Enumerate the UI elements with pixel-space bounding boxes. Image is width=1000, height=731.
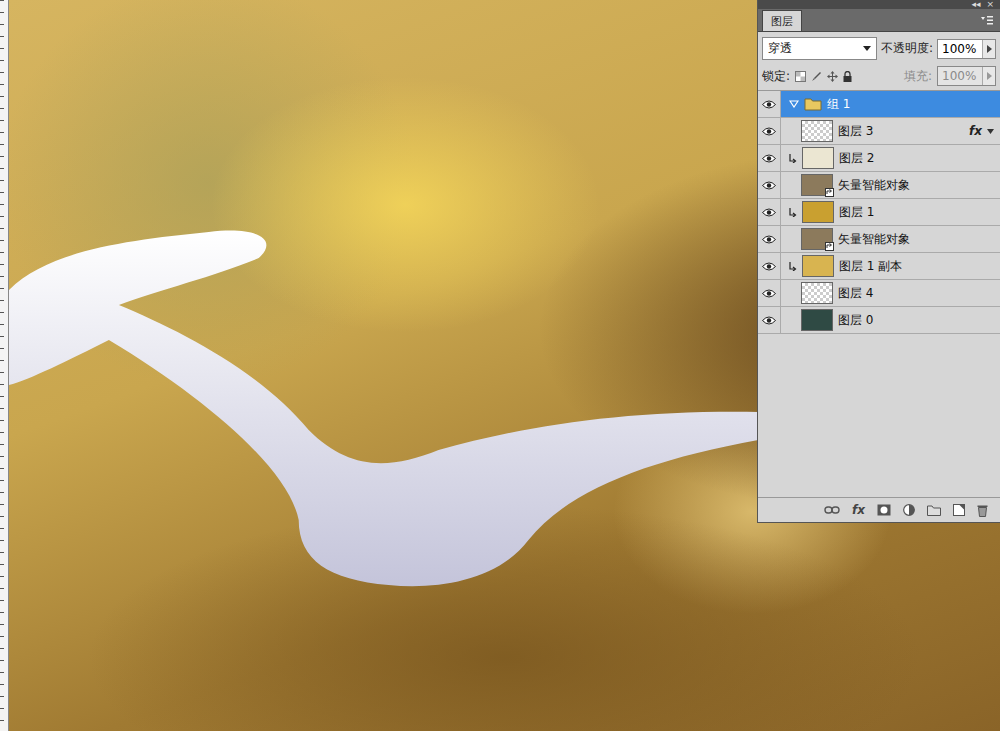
layer-thumbnail [801,120,833,142]
visibility-toggle[interactable] [758,91,781,117]
smart-object-icon [825,188,834,197]
layer-thumbnail [802,201,834,223]
eye-icon[interactable] [762,154,776,163]
dropdown-arrow-icon [863,46,871,51]
tab-row: 图层 [758,9,1000,32]
layer-name[interactable]: 图层 0 [838,312,994,329]
fill-label: 填充: [904,68,932,85]
effects-expand-icon[interactable] [987,129,994,134]
close-button[interactable]: × [986,0,994,9]
clipping-arrow-icon [787,153,797,163]
eye-icon[interactable] [762,181,776,190]
layer-row[interactable]: 矢量智能对象 [758,172,1000,199]
lock-all-icon[interactable] [843,71,852,82]
layer-name[interactable]: 图层 3 [838,123,964,140]
clipping-arrow-icon [787,207,797,217]
layer-row[interactable]: 图层 4 [758,280,1000,307]
panel-strip: ◂◂ × [758,0,1000,9]
new-layer-icon[interactable] [953,504,965,516]
new-group-icon[interactable] [927,505,941,516]
slider-arrow-icon[interactable] [987,72,992,80]
eye-icon[interactable] [762,127,776,136]
folder-icon [804,97,822,111]
layer-thumbnail [801,309,833,331]
clipping-arrow-icon [787,261,797,271]
lock-row: 锁定: 填充: 100% [758,63,1000,91]
layer-row[interactable]: 图层 3 fx [758,118,1000,145]
layer-thumbnail [802,255,834,277]
layer-row[interactable]: 图层 0 [758,307,1000,334]
layers-tab[interactable]: 图层 [762,10,802,31]
panel-menu-icon[interactable] [980,15,994,25]
layers-panel: ◂◂×图层穿透不透明度:100%锁定:填充:100%组 1图层 3fx图层 2矢… [757,0,1000,523]
smart-object-icon [825,242,834,251]
visibility-toggle[interactable] [758,145,781,171]
trash-icon[interactable] [977,504,988,517]
layer-row[interactable]: 图层 1 [758,199,1000,226]
opacity-label: 不透明度: [881,40,933,57]
visibility-toggle[interactable] [758,172,781,198]
layer-row[interactable]: 矢量智能对象 [758,226,1000,253]
layer-name[interactable]: 矢量智能对象 [838,177,994,194]
adjustment-icon[interactable] [903,504,915,516]
layer-thumbnail [801,282,833,304]
panel-footer: fx [758,497,1000,522]
layer-thumbnail [801,228,833,250]
effects-badge[interactable]: fx [969,124,982,138]
lock-move-icon[interactable] [827,71,838,82]
layer-name[interactable]: 矢量智能对象 [838,231,994,248]
layer-row[interactable]: 图层 1 副本 [758,253,1000,280]
fill-field[interactable]: 100% [937,66,996,86]
photoshop-screen: ◂◂×图层穿透不透明度:100%锁定:填充:100%组 1图层 3fx图层 2矢… [0,0,1000,731]
blend-row: 穿透不透明度:100% [758,32,1000,63]
layer-list: 组 1 图层 3 fx 图层 2 矢量智能对象图层 1 矢量智能对象图层 1 副本图层 4… [758,91,1000,497]
collapse-button[interactable]: ◂◂ [971,0,980,9]
layer-name[interactable]: 图层 1 [839,204,994,221]
visibility-toggle[interactable] [758,307,781,333]
visibility-toggle[interactable] [758,253,781,279]
layer-thumbnail [801,174,833,196]
eye-icon[interactable] [762,289,776,298]
layer-name[interactable]: 组 1 [827,96,994,113]
eye-icon[interactable] [762,316,776,325]
layer-row[interactable]: 组 1 [758,91,1000,118]
vertical-ruler [0,0,9,731]
visibility-toggle[interactable] [758,226,781,252]
eye-icon[interactable] [762,262,776,271]
layer-row[interactable]: 图层 2 [758,145,1000,172]
eye-icon[interactable] [762,100,776,109]
layer-name[interactable]: 图层 1 副本 [839,258,994,275]
mask-icon[interactable] [877,504,891,516]
blend-mode-dropdown[interactable]: 穿透 [762,37,877,60]
layer-thumbnail [802,147,834,169]
add-style-button[interactable]: fx [852,503,865,517]
visibility-toggle[interactable] [758,280,781,306]
lock-label: 锁定: [762,68,790,85]
layer-name[interactable]: 图层 2 [839,150,994,167]
link-icon[interactable] [824,505,840,515]
visibility-toggle[interactable] [758,118,781,144]
lock-brush-icon[interactable] [811,71,822,82]
opacity-field[interactable]: 100% [937,39,996,59]
eye-icon[interactable] [762,235,776,244]
lock-transparency-icon[interactable] [795,71,806,82]
eye-icon[interactable] [762,208,776,217]
visibility-toggle[interactable] [758,199,781,225]
layer-name[interactable]: 图层 4 [838,285,994,302]
slider-arrow-icon[interactable] [987,45,992,53]
expand-triangle-icon[interactable] [789,100,799,108]
